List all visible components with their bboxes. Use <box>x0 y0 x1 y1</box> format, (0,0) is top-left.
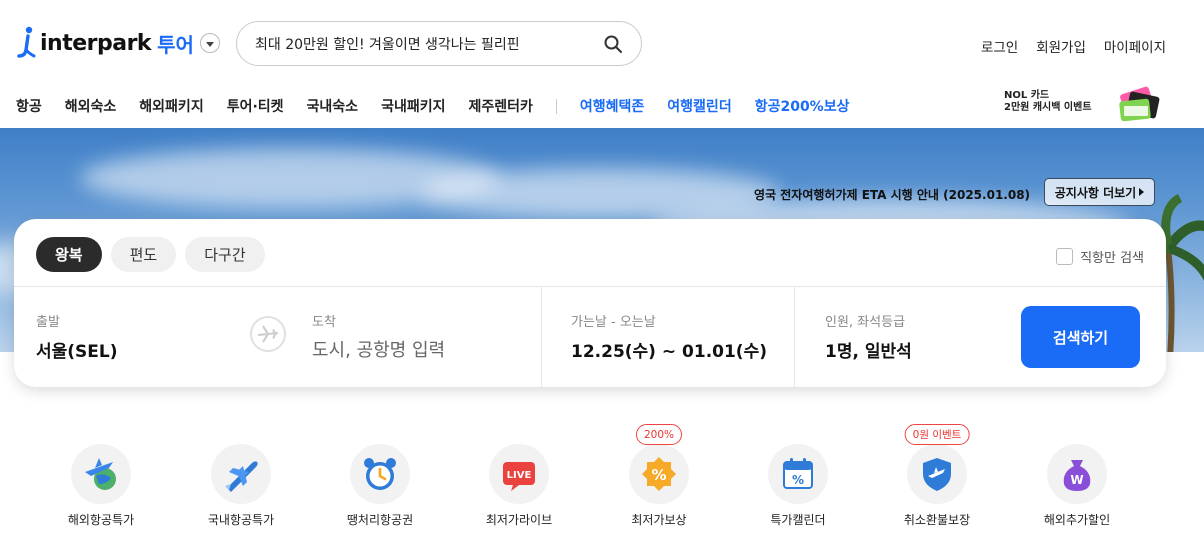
passenger-label: 인원, 좌석등급 <box>825 315 906 330</box>
passenger-field[interactable]: 1명, 일반석 <box>825 337 912 362</box>
notice-more-label: 공지사항 더보기 <box>1054 185 1137 200</box>
percent-badge-icon: % <box>629 444 689 504</box>
quick-menu: 해외항공특가 국내항공특가 땡처리항공권 LIVE 최저가라이브 % 최저가보상… <box>0 424 1204 543</box>
quick-item-domestic-flight[interactable]: 국내항공특가 <box>186 444 296 528</box>
notice-more-button[interactable]: 공지사항 더보기 <box>1044 178 1155 206</box>
flight-search-panel: 왕복 편도 다구간 직항만 검색 출발 서울(SEL) 도착 도시, 공항명 입… <box>14 219 1166 387</box>
quick-item-overseas-flight[interactable]: 해외항공특가 <box>46 444 156 528</box>
login-link[interactable]: 로그인 <box>981 36 1018 56</box>
direct-only-checkbox[interactable] <box>1056 248 1074 265</box>
quick-item-last-minute[interactable]: 땡처리항공권 <box>325 444 435 528</box>
logo[interactable]: interpark 투어 <box>14 26 220 60</box>
signup-link[interactable]: 회원가입 <box>1036 36 1086 56</box>
quick-item-label: 최저가라이브 <box>485 513 553 527</box>
arrive-field[interactable]: 도시, 공항명 입력 <box>312 336 445 362</box>
nav-item-benefit-zone[interactable]: 여행혜택존 <box>580 96 644 116</box>
chevron-down-icon[interactable] <box>199 33 220 53</box>
alarm-clock-icon <box>350 444 410 504</box>
search-button[interactable]: 검색하기 <box>1021 306 1140 368</box>
date-label: 가는날 - 오는날 <box>571 315 656 330</box>
arrive-label: 도착 <box>312 315 336 330</box>
nav-item-flight-200-compensation[interactable]: 항공200%보상 <box>755 96 850 116</box>
nav-item-domestic-hotel[interactable]: 국내숙소 <box>307 96 359 116</box>
play-arrow-icon <box>1139 188 1145 196</box>
field-divider <box>541 287 542 387</box>
compensation-badge: 200% <box>635 424 683 445</box>
tab-multi-city[interactable]: 다구간 <box>185 237 265 272</box>
card-promo-banner[interactable]: NOL 카드 2만원 캐시백 이벤트 <box>1004 86 1164 128</box>
quick-item-label: 땡처리항공권 <box>346 513 414 527</box>
quick-item-overseas-discount[interactable]: W 해외추가할인 <box>1022 444 1132 528</box>
nav-item-jeju-rentcar[interactable]: 제주렌터카 <box>468 96 532 116</box>
svg-text:LIVE: LIVE <box>507 470 532 481</box>
live-tv-icon: LIVE <box>489 444 549 504</box>
panel-divider <box>14 286 1166 287</box>
nav-divider <box>555 98 557 114</box>
date-field[interactable]: 12.25(수) ~ 01.01(수) <box>571 337 767 362</box>
search-icon[interactable] <box>603 34 623 54</box>
mypage-link[interactable]: 마이페이지 <box>1104 36 1166 56</box>
plane-icon <box>211 444 271 504</box>
quick-item-lowest-live[interactable]: LIVE 최저가라이브 <box>464 444 574 528</box>
search-input[interactable]: 최대 20만원 할인! 겨울이면 생각나는 필리핀 <box>255 34 603 54</box>
money-bag-icon: W <box>1047 444 1107 504</box>
top-links: 로그인 회원가입 마이페이지 <box>981 36 1166 56</box>
depart-field[interactable]: 서울(SEL) <box>36 337 118 362</box>
promo-subtitle: 2만원 캐시백 이벤트 <box>1004 102 1092 113</box>
nav-item-flight[interactable]: 항공 <box>16 96 42 116</box>
nav-item-tour-ticket[interactable]: 투어·티켓 <box>227 96 284 116</box>
svg-text:W: W <box>1070 473 1083 487</box>
shield-plane-icon <box>907 444 967 504</box>
header: interpark 투어 최대 20만원 할인! 겨울이면 생각나는 필리핀 로… <box>0 0 1204 86</box>
logo-mark-icon <box>17 26 36 58</box>
nav-item-overseas-hotel[interactable]: 해외숙소 <box>65 96 117 116</box>
direct-only-label: 직항만 검색 <box>1080 251 1144 266</box>
quick-item-label: 해외추가할인 <box>1043 513 1111 527</box>
quick-item-lowest-compensation[interactable]: % 최저가보상 <box>604 444 714 528</box>
globe-plane-icon <box>71 444 131 504</box>
quick-item-label: 국내항공특가 <box>207 513 275 527</box>
trip-type-tabs: 왕복 편도 다구간 <box>36 237 265 272</box>
svg-text:%: % <box>792 473 804 487</box>
quick-item-cancel-refund[interactable]: 취소환불보장 <box>882 444 992 528</box>
tab-round-trip[interactable]: 왕복 <box>36 237 102 272</box>
nav-item-overseas-package[interactable]: 해외패키지 <box>139 96 203 116</box>
quick-item-label: 취소환불보장 <box>903 513 971 527</box>
logo-text: interpark <box>40 30 152 56</box>
quick-item-special-calendar[interactable]: % 특가캘린더 <box>743 444 853 528</box>
quick-item-label: 최저가보상 <box>631 513 687 527</box>
nav-item-travel-calendar[interactable]: 여행캘린더 <box>667 96 731 116</box>
direct-only-option[interactable]: 직항만 검색 <box>1056 247 1144 266</box>
swap-route-button[interactable] <box>250 316 286 352</box>
main-nav: 항공 해외숙소 해외패키지 투어·티켓 국내숙소 국내패키지 제주렌터카 여행혜… <box>0 86 1204 128</box>
tab-one-way[interactable]: 편도 <box>110 237 177 272</box>
search-bar[interactable]: 최대 20만원 할인! 겨울이면 생각나는 필리핀 <box>236 21 642 66</box>
quick-item-label: 해외항공특가 <box>67 513 135 527</box>
logo-sub: 투어 <box>157 32 194 57</box>
calendar-percent-icon: % <box>768 444 828 504</box>
nav-item-domestic-package[interactable]: 국내패키지 <box>381 96 445 116</box>
event-badge: 0원 이벤트 <box>904 424 970 445</box>
plane-icon <box>257 325 279 343</box>
depart-label: 출발 <box>36 315 60 330</box>
svg-text:%: % <box>651 466 666 484</box>
notice-text[interactable]: 영국 전자여행허가제 ETA 시행 안내 (2025.01.08) <box>754 186 1030 203</box>
quick-item-label: 특가캘린더 <box>770 513 826 527</box>
card-promo-icon <box>1119 86 1160 122</box>
field-divider <box>794 287 795 387</box>
